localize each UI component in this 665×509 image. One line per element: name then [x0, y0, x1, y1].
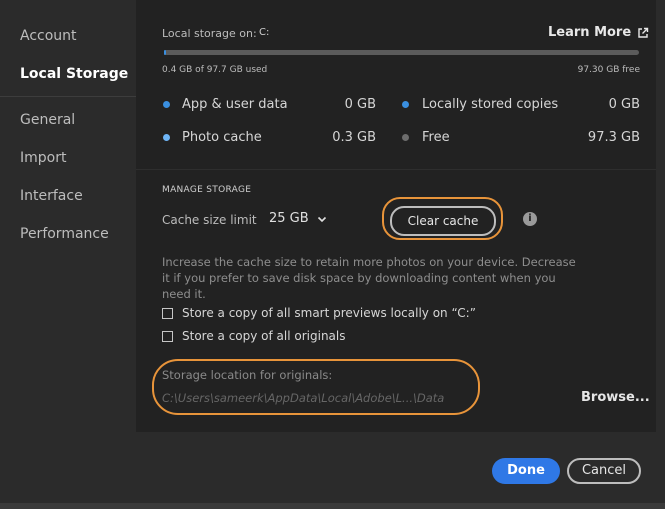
originals-checkbox-row[interactable]: Store a copy of all originals [162, 329, 346, 343]
section-divider [136, 169, 656, 170]
sidebar-divider [0, 96, 136, 97]
legend-dot-photo-cache [163, 134, 170, 141]
storage-location-label: Storage location for originals: [162, 368, 333, 382]
clear-cache-button[interactable]: Clear cache [390, 206, 496, 236]
sidebar-item-account[interactable]: Account [20, 28, 77, 44]
legend-value-local-copies: 0 GB [608, 97, 640, 112]
cache-size-value: 25 GB [269, 211, 309, 226]
browse-button[interactable]: Browse... [581, 390, 650, 405]
legend-value-free: 97.3 GB [587, 130, 640, 145]
legend-label-local-copies: Locally stored copies [422, 97, 559, 112]
used-text: 0.4 GB of 97.7 GB used [162, 65, 268, 75]
learn-more-link[interactable]: Learn More [548, 25, 649, 40]
learn-more-label: Learn More [548, 25, 632, 40]
legend-dot-local-copies [402, 101, 409, 108]
sidebar-item-import[interactable]: Import [20, 150, 66, 166]
external-link-icon [638, 27, 649, 38]
sidebar-item-interface[interactable]: Interface [20, 188, 83, 204]
legend-label-free: Free [422, 130, 450, 145]
legend-label-app-data: App & user data [182, 97, 288, 112]
cache-description: Increase the cache size to retain more p… [162, 255, 576, 301]
manage-storage-heading: MANAGE STORAGE [162, 185, 252, 195]
smart-previews-checkbox-row[interactable]: Store a copy of all smart previews local… [162, 306, 476, 320]
cache-size-label: Cache size limit [162, 213, 257, 227]
legend-value-photo-cache: 0.3 GB [332, 130, 376, 145]
drive-label: C: [259, 27, 270, 38]
storage-usage-fill [164, 50, 167, 55]
cancel-button[interactable]: Cancel [567, 458, 641, 484]
legend-dot-free [402, 134, 409, 141]
cache-size-dropdown[interactable]: 25 GB [269, 211, 327, 226]
originals-label: Store a copy of all originals [182, 329, 346, 343]
smart-previews-checkbox[interactable] [162, 307, 173, 319]
smart-previews-label: Store a copy of all smart previews local… [182, 306, 476, 320]
originals-checkbox[interactable] [162, 330, 173, 342]
sidebar-item-local-storage[interactable]: Local Storage [20, 66, 128, 82]
sidebar-item-general[interactable]: General [20, 112, 75, 128]
dialog-footer [0, 432, 665, 509]
free-text: 97.30 GB free [577, 65, 640, 75]
info-icon[interactable]: i [523, 212, 537, 226]
done-button[interactable]: Done [492, 458, 560, 484]
bottom-strip [0, 503, 665, 509]
chevron-down-icon [317, 216, 326, 222]
scrollbar[interactable] [656, 0, 665, 432]
storage-usage-bar [164, 50, 639, 55]
legend-value-app-data: 0 GB [344, 97, 376, 112]
storage-label: Local storage on: [162, 27, 257, 40]
sidebar: Account Local Storage General Import Int… [0, 0, 136, 432]
storage-location-path: C:\Users\sameerk\AppData\Local\Adobe\L..… [162, 391, 445, 405]
settings-panel: Local storage on: C: Learn More 0.4 GB o… [136, 0, 656, 432]
sidebar-item-performance[interactable]: Performance [20, 226, 109, 242]
legend-label-photo-cache: Photo cache [182, 130, 262, 145]
legend-dot-app-data [163, 101, 170, 108]
